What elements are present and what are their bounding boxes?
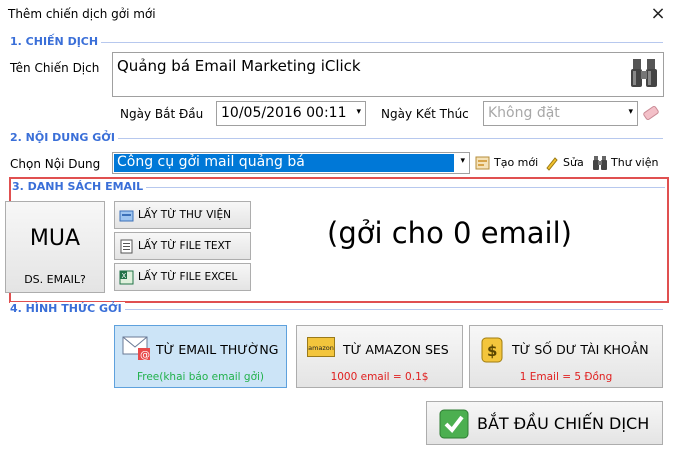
content-library-button[interactable]: Thư viện	[592, 154, 664, 172]
from-excel-file-label: LẤY TỪ FILE EXCEL	[138, 271, 238, 283]
checkmark-icon	[439, 409, 469, 439]
buy-sub-label: DS. EMAIL?	[24, 273, 86, 286]
new-document-icon	[475, 156, 490, 170]
send-normal-note: Free(khai báo email gởi)	[136, 371, 265, 383]
from-library-button[interactable]: LẤY TỪ THƯ VIỆN	[114, 201, 251, 229]
campaign-name-field[interactable]: Quảng bá Email Marketing iClick	[112, 52, 664, 97]
start-date-value: 10/05/2016 00:11	[221, 105, 347, 121]
content-label: Chọn Nội Dung	[10, 157, 101, 171]
send-balance-label: TỪ SỐ DƯ TÀI KHOẢN	[512, 342, 649, 357]
new-content-label: Tạo mới	[494, 156, 539, 169]
content-library-label: Thư viện	[611, 156, 659, 169]
buy-email-list-button[interactable]: MUA DS. EMAIL?	[5, 201, 105, 293]
svg-text:$: $	[487, 342, 497, 360]
end-date-label: Ngày Kết Thúc	[381, 107, 469, 121]
section1-heading: 1. CHIẾN DỊCH	[10, 35, 102, 48]
section2-heading: 2. NỘI DUNG GỞI	[10, 131, 118, 144]
window-title: Thêm chiến dịch gởi mới	[8, 7, 156, 21]
send-amazon-note: 1000 email = 0.1$	[330, 371, 429, 383]
chevron-down-icon: ▾	[628, 107, 633, 117]
eraser-icon[interactable]	[641, 104, 661, 122]
buy-main-label: MUA	[29, 226, 81, 251]
send-account-balance-option[interactable]: $ TỪ SỐ DƯ TÀI KHOẢN 1 Email = 5 Đồng	[469, 325, 663, 388]
from-excel-file-button[interactable]: X LẤY TỪ FILE EXCEL	[114, 263, 251, 291]
excel-file-icon: X	[119, 270, 134, 285]
new-content-button[interactable]: Tạo mới	[475, 154, 540, 172]
section3-heading: 3. DANH SÁCH EMAIL	[12, 180, 147, 193]
money-icon: $	[481, 337, 503, 363]
campaign-name-value: Quảng bá Email Marketing iClick	[117, 57, 361, 75]
pencil-icon	[546, 157, 558, 171]
svg-text:@: @	[140, 350, 150, 361]
send-normal-label: TỪ EMAIL THƯỜNG	[156, 342, 279, 357]
envelope-icon: @	[122, 336, 150, 361]
send-amazon-label: TỪ AMAZON SES	[343, 342, 449, 357]
text-file-icon	[120, 239, 133, 254]
send-amazon-ses-option[interactable]: amazon TỪ AMAZON SES 1000 email = 0.1$	[296, 325, 463, 388]
from-library-label: LẤY TỪ THƯ VIỆN	[138, 209, 231, 221]
close-icon[interactable]: ×	[648, 4, 668, 24]
start-campaign-button[interactable]: BẮT ĐẦU CHIẾN DỊCH	[426, 401, 663, 445]
end-date-value: Không đặt	[488, 105, 560, 121]
edit-content-label: Sửa	[563, 156, 584, 169]
svg-text:X: X	[122, 272, 127, 280]
section1-divider	[10, 42, 663, 43]
send-balance-note: 1 Email = 5 Đồng	[519, 371, 613, 383]
edit-content-button[interactable]: Sửa	[544, 154, 589, 172]
chevron-down-icon: ▾	[460, 156, 465, 166]
email-count-text: (gởi cho 0 email)	[327, 216, 572, 250]
amazon-icon: amazon	[307, 337, 335, 357]
start-date-label: Ngày Bắt Đầu	[120, 107, 204, 121]
binoculars-icon	[593, 156, 607, 170]
from-text-file-button[interactable]: LẤY TỪ FILE TEXT	[114, 232, 251, 260]
content-select-value: Công cụ gởi mail quảng bá	[117, 154, 305, 170]
section4-heading: 4. HÌNH THỨC GỞI	[10, 302, 125, 315]
send-normal-email-option[interactable]: @ TỪ EMAIL THƯỜNG Free(khai báo email gở…	[114, 325, 287, 388]
start-date-picker[interactable]: 10/05/2016 00:11 ▾	[216, 101, 366, 126]
library-icon	[119, 210, 134, 222]
from-text-file-label: LẤY TỪ FILE TEXT	[138, 240, 231, 252]
start-campaign-label: BẮT ĐẦU CHIẾN DỊCH	[477, 414, 650, 433]
chevron-down-icon: ▾	[356, 107, 361, 117]
content-select[interactable]: Công cụ gởi mail quảng bá ▾	[112, 152, 470, 174]
end-date-picker[interactable]: Không đặt ▾	[483, 101, 638, 126]
binoculars-icon[interactable]	[629, 57, 659, 91]
campaign-name-label: Tên Chiến Dịch	[10, 61, 100, 75]
